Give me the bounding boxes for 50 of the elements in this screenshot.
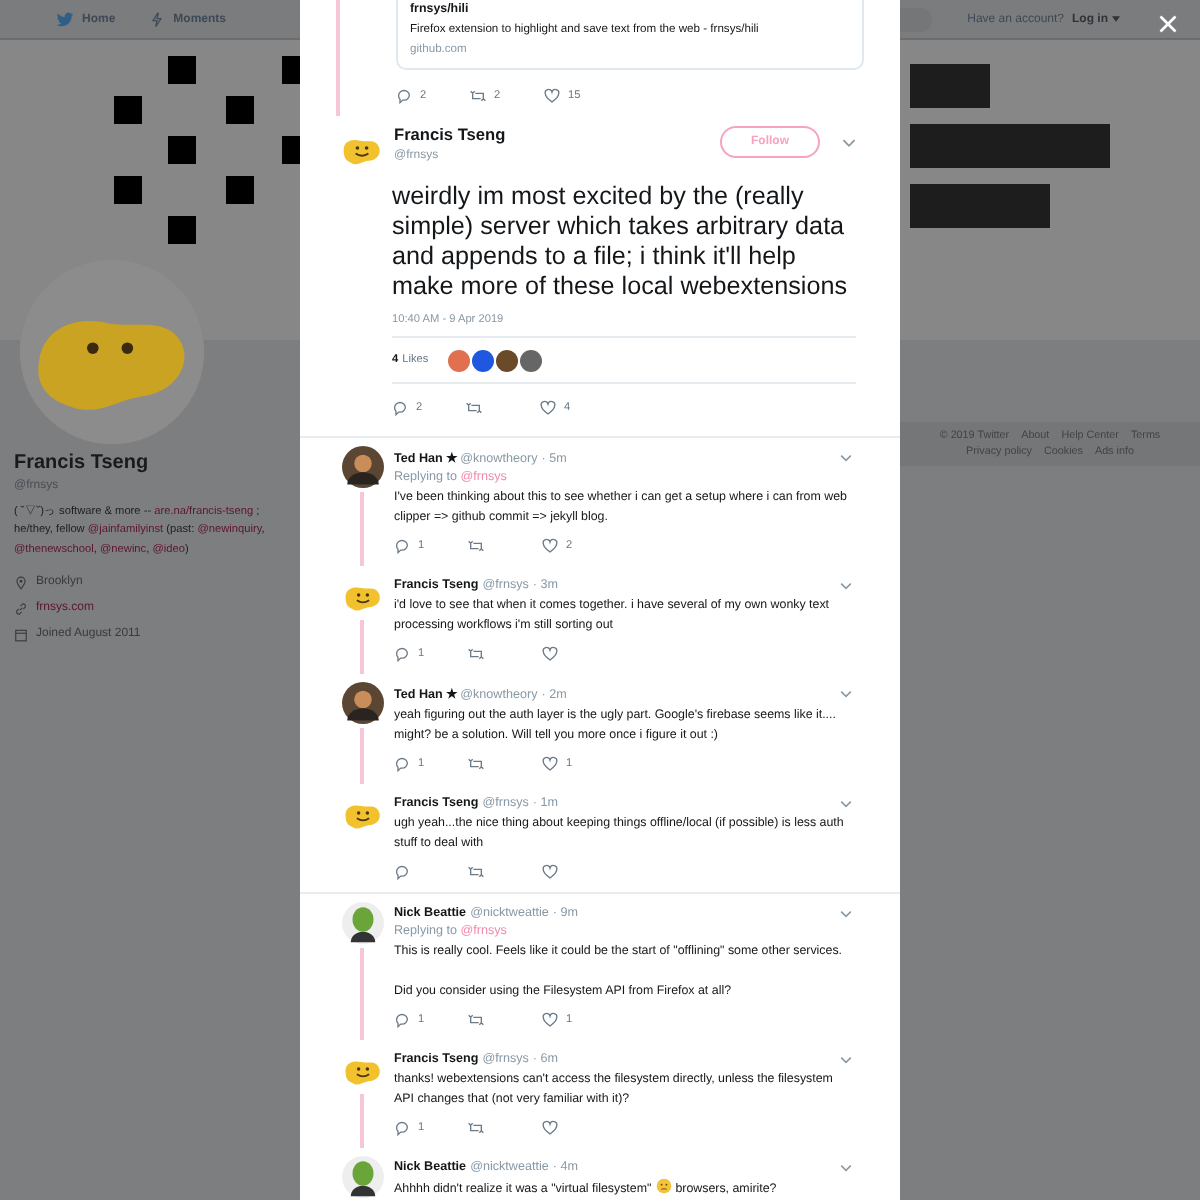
avatar[interactable] — [341, 1156, 383, 1198]
avatar[interactable] — [341, 682, 383, 724]
calendar-icon — [14, 627, 28, 642]
retweet-icon[interactable] — [470, 88, 486, 104]
heart-icon[interactable] — [540, 400, 556, 416]
caret-icon[interactable] — [840, 799, 852, 807]
heart-icon[interactable] — [542, 1012, 558, 1028]
liker-avatar[interactable] — [520, 349, 543, 371]
caret-icon[interactable] — [840, 1055, 852, 1063]
link-icon — [14, 601, 28, 616]
reply-icon[interactable] — [394, 646, 410, 662]
reply-icon[interactable] — [394, 538, 410, 554]
caret-icon[interactable] — [1112, 16, 1120, 22]
reply-icon[interactable] — [396, 88, 412, 104]
liker-avatar[interactable] — [496, 349, 519, 371]
lightning-icon — [147, 11, 166, 27]
avatar[interactable] — [341, 902, 383, 944]
caret-icon[interactable] — [842, 138, 856, 148]
heart-icon[interactable] — [542, 538, 558, 554]
reply-icon[interactable] — [394, 756, 410, 772]
face-icon — [655, 1178, 672, 1194]
retweet-icon[interactable] — [468, 864, 484, 880]
location-pin-icon — [14, 575, 28, 590]
retweet-icon[interactable] — [468, 1012, 484, 1028]
heart-icon[interactable] — [544, 88, 560, 104]
bird-icon — [56, 11, 74, 27]
heart-icon[interactable] — [542, 646, 558, 662]
caret-icon[interactable] — [840, 581, 852, 589]
retweet-icon[interactable] — [468, 646, 484, 662]
reply-icon[interactable] — [392, 400, 408, 416]
close-icon[interactable] — [1158, 14, 1178, 34]
reply-icon[interactable] — [394, 1012, 410, 1028]
avatar[interactable] — [341, 446, 383, 488]
reply-icon[interactable] — [394, 1120, 410, 1136]
caret-icon[interactable] — [840, 690, 852, 698]
retweet-icon[interactable] — [468, 538, 484, 554]
caret-icon[interactable] — [840, 454, 852, 462]
retweet-icon[interactable] — [466, 400, 482, 416]
profile-name: Francis Tseng — [14, 452, 151, 474]
reply-icon[interactable] — [394, 864, 410, 880]
heart-icon[interactable] — [542, 756, 558, 772]
caret-icon[interactable] — [840, 1163, 852, 1171]
retweet-icon[interactable] — [468, 1120, 484, 1136]
liker-avatar[interactable] — [472, 349, 495, 371]
author-name[interactable]: Francis Tseng — [394, 124, 710, 144]
retweet-icon[interactable] — [468, 756, 484, 772]
caret-icon[interactable] — [840, 909, 852, 917]
heart-icon[interactable] — [542, 864, 558, 880]
heart-icon[interactable] — [542, 1120, 558, 1136]
tweet-text: weirdly im most excited by the (really simple) server which takes arbitrary data and appends to a file; i think it'll help make more of these local webextensions — [392, 182, 850, 302]
